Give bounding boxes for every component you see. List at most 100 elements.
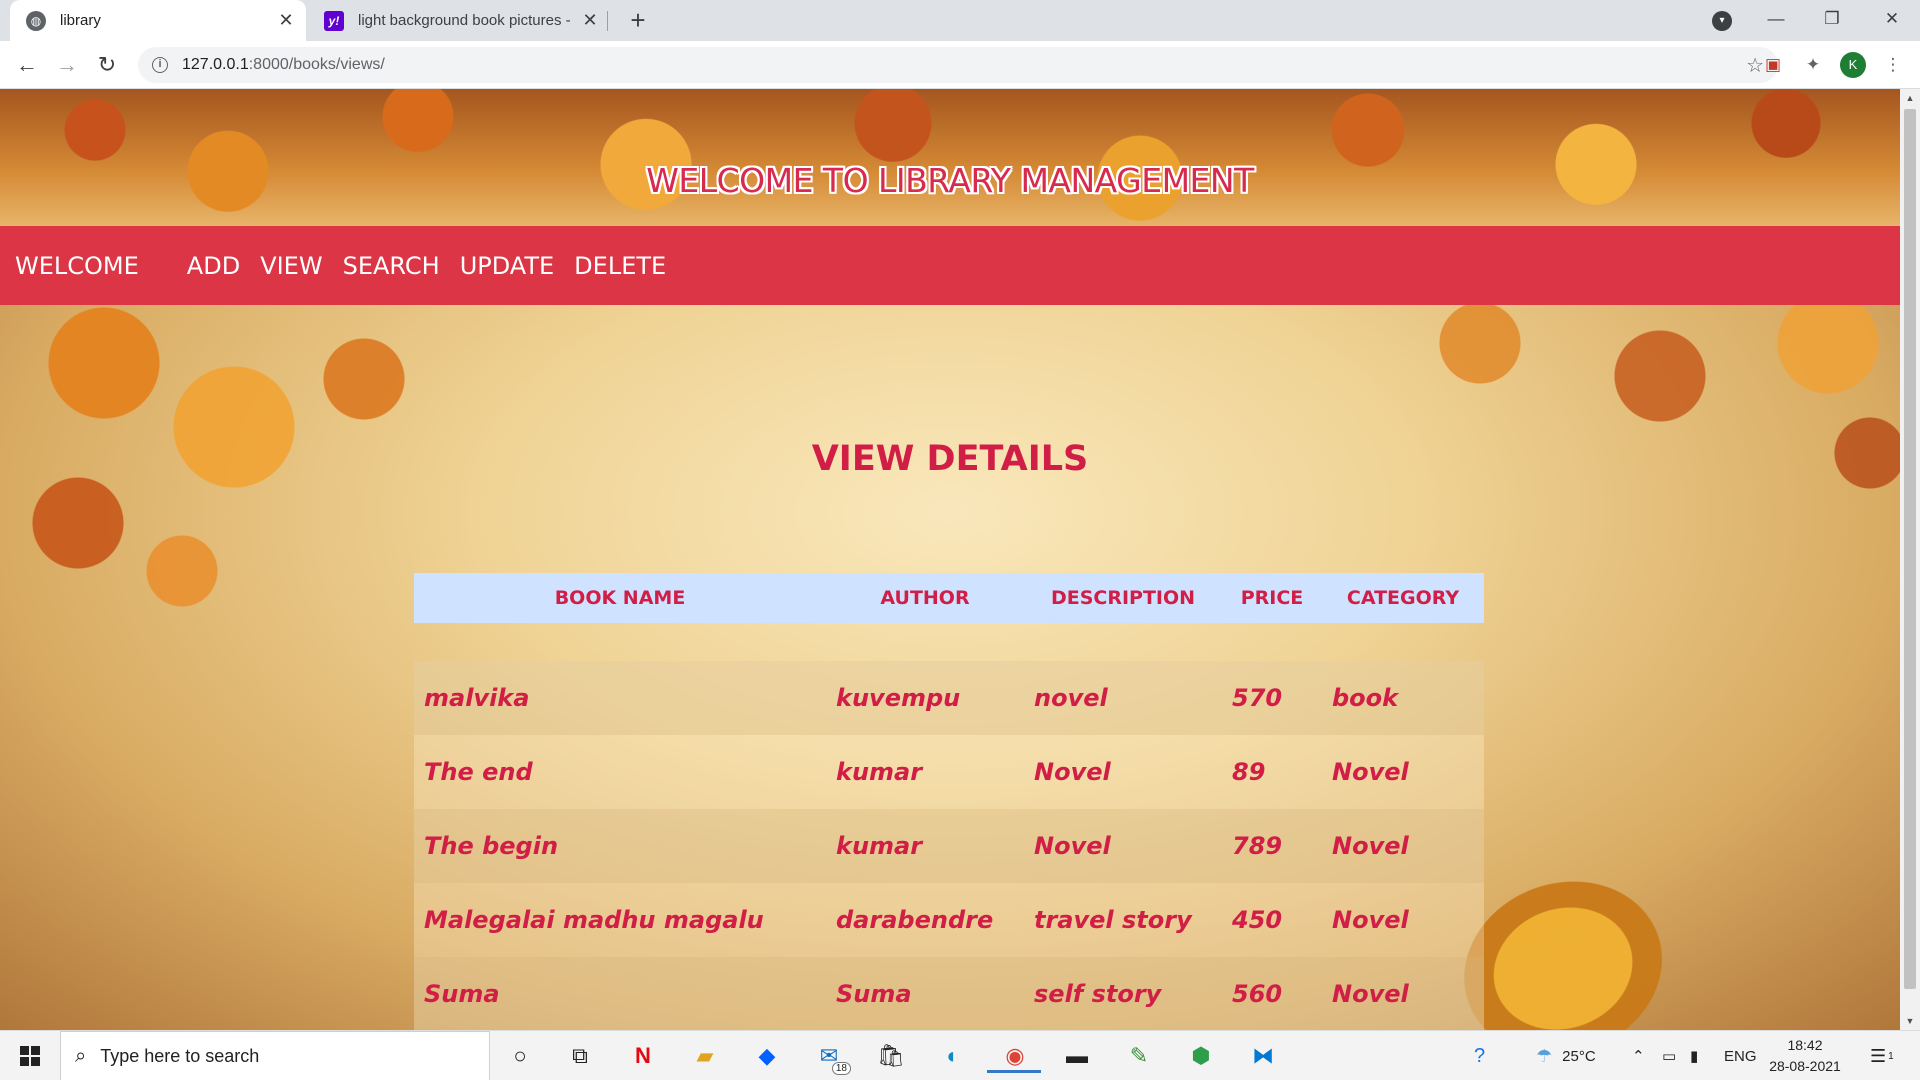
site-info-icon[interactable]: i	[152, 57, 168, 73]
search-icon: ⌕	[75, 1044, 87, 1067]
taskbar-search-box[interactable]: ⌕ Type here to search	[60, 1031, 490, 1080]
close-tab-icon[interactable]: ✕	[576, 10, 604, 31]
cell-price: 450	[1222, 883, 1322, 957]
nav-link-view[interactable]: VIEW	[250, 252, 332, 280]
header-author: AUTHOR	[826, 573, 1024, 623]
windows-logo-icon	[20, 1046, 40, 1066]
cell-price: 560	[1222, 957, 1322, 1030]
site-title: WELCOME TO LIBRARY MANAGEMENT	[646, 161, 1254, 200]
show-hidden-icons[interactable]: ⌃	[1632, 1031, 1645, 1080]
store-icon[interactable]: 🛍	[873, 1039, 909, 1073]
active-app-indicator	[987, 1070, 1041, 1073]
cell-description: novel	[1024, 661, 1222, 735]
tab-separator	[607, 11, 608, 31]
minimize-button[interactable]: —	[1748, 0, 1804, 41]
edge-icon[interactable]: ◐	[935, 1039, 971, 1073]
help-icon[interactable]: ?	[1474, 1031, 1485, 1080]
cell-author: darabendre	[826, 883, 1024, 957]
table-row: Malegalai madhu magalu darabendre travel…	[414, 883, 1484, 957]
cell-description: self story	[1024, 957, 1222, 1030]
autumn-leaves-banner	[0, 89, 1900, 226]
nav-brand-welcome[interactable]: WELCOME	[0, 252, 177, 280]
mail-icon[interactable]: ✉ 18	[811, 1039, 851, 1075]
cell-category: Novel	[1322, 957, 1484, 1030]
scroll-down-arrow-icon[interactable]: ▼	[1900, 1012, 1920, 1030]
nav-link-search[interactable]: SEARCH	[333, 252, 450, 280]
scroll-thumb[interactable]	[1904, 109, 1916, 989]
table-row: malvika kuvempu novel 570 book	[414, 661, 1484, 735]
cell-category: book	[1322, 661, 1484, 735]
close-tab-icon[interactable]: ✕	[272, 10, 300, 31]
tab-search-icon[interactable]: ▾	[1712, 11, 1732, 31]
weather-icon: ☂	[1536, 1045, 1553, 1066]
system-clock[interactable]: 18:42 28-08-2021	[1760, 1035, 1850, 1077]
language-indicator[interactable]: ENG	[1724, 1031, 1757, 1080]
browser-toolbar: ← → ↻ i 127.0.0.1:8000/books/views/ ☆ ▣ …	[0, 41, 1920, 89]
cell-author: kuvempu	[826, 661, 1024, 735]
nav-link-update[interactable]: UPDATE	[450, 252, 564, 280]
tab-library[interactable]: ◍ library ✕	[10, 0, 306, 41]
page-heading: VIEW DETAILS	[811, 439, 1089, 479]
cell-book-name: malvika	[414, 661, 826, 735]
search-placeholder: Type here to search	[100, 1045, 260, 1066]
nav-link-add[interactable]: ADD	[177, 252, 250, 280]
tab-title: library	[60, 12, 101, 29]
cell-description: travel story	[1024, 883, 1222, 957]
new-tab-button[interactable]: +	[622, 4, 654, 36]
reload-icon[interactable]: ↻	[92, 50, 122, 80]
url-path: :8000/books/views/	[248, 56, 385, 73]
menu-kebab-icon[interactable]: ⋮	[1882, 54, 1904, 76]
cell-book-name: The end	[414, 735, 826, 809]
cell-price: 789	[1222, 809, 1322, 883]
cell-author: kumar	[826, 809, 1024, 883]
notification-icon[interactable]: ☰ 1	[1870, 1031, 1894, 1080]
anaconda-icon[interactable]: ⬢	[1183, 1039, 1219, 1073]
cell-book-name: The begin	[414, 809, 826, 883]
cell-author: kumar	[826, 735, 1024, 809]
url-host: 127.0.0.1	[182, 56, 249, 73]
file-explorer-icon[interactable]: ▰	[687, 1039, 723, 1073]
header-description: DESCRIPTION	[1024, 573, 1222, 623]
profile-avatar[interactable]: K	[1840, 52, 1866, 78]
tab-book-pictures[interactable]: y! light background book pictures - ✕	[310, 0, 610, 41]
start-button[interactable]	[0, 1031, 60, 1080]
task-view-icon[interactable]: ⧉	[562, 1039, 598, 1073]
extensions-puzzle-icon[interactable]: ✦	[1802, 54, 1824, 76]
cell-book-name: Malegalai madhu magalu	[414, 883, 826, 957]
page-scrollbar[interactable]: ▲ ▼	[1900, 89, 1920, 1030]
cell-price: 89	[1222, 735, 1322, 809]
dropbox-icon[interactable]: ◆	[749, 1039, 785, 1073]
books-table: BOOK NAME AUTHOR DESCRIPTION PRICE CATEG…	[414, 573, 1484, 1030]
globe-icon: ◍	[26, 10, 46, 31]
cell-category: Novel	[1322, 809, 1484, 883]
image-editor-icon[interactable]: ✎	[1121, 1039, 1157, 1073]
header-category: CATEGORY	[1322, 573, 1484, 623]
pocket-extension-icon[interactable]: ▣	[1762, 54, 1784, 76]
nav-link-delete[interactable]: DELETE	[564, 252, 676, 280]
battery-icon[interactable]: ▮	[1690, 1031, 1698, 1080]
restore-button[interactable]: ❐	[1804, 0, 1860, 41]
netflix-icon[interactable]: N	[625, 1039, 661, 1073]
tab-title: light background book pictures -	[358, 12, 571, 29]
meet-icon[interactable]: ▭	[1662, 1031, 1676, 1080]
back-arrow-icon[interactable]: ←	[12, 50, 42, 80]
table-row: The end kumar Novel 89 Novel	[414, 735, 1484, 809]
mail-badge: 18	[831, 1062, 851, 1075]
cell-author: Suma	[826, 957, 1024, 1030]
close-window-button[interactable]: ✕	[1864, 0, 1920, 41]
clock-time: 18:42	[1787, 1037, 1823, 1053]
forward-arrow-icon[interactable]: →	[52, 50, 82, 80]
notification-count: 1	[1888, 1050, 1894, 1062]
vscode-icon[interactable]: ⧓	[1245, 1039, 1281, 1073]
header-book-name: BOOK NAME	[414, 573, 826, 623]
chrome-icon[interactable]: ◉	[987, 1039, 1041, 1073]
weather-widget[interactable]: ☂ 25°C	[1536, 1031, 1596, 1080]
windows-taskbar: ⌕ Type here to search ○ ⧉ N ▰ ◆ ✉ 18 🛍 ◐ …	[0, 1030, 1920, 1080]
clock-date: 28-08-2021	[1769, 1058, 1841, 1074]
terminal-icon[interactable]: ▬	[1059, 1039, 1095, 1073]
cortana-icon[interactable]: ○	[502, 1039, 538, 1073]
address-bar[interactable]: i 127.0.0.1:8000/books/views/ ☆	[138, 47, 1778, 83]
table-header-row: BOOK NAME AUTHOR DESCRIPTION PRICE CATEG…	[414, 573, 1484, 623]
scroll-up-arrow-icon[interactable]: ▲	[1900, 89, 1920, 107]
cell-category: Novel	[1322, 735, 1484, 809]
